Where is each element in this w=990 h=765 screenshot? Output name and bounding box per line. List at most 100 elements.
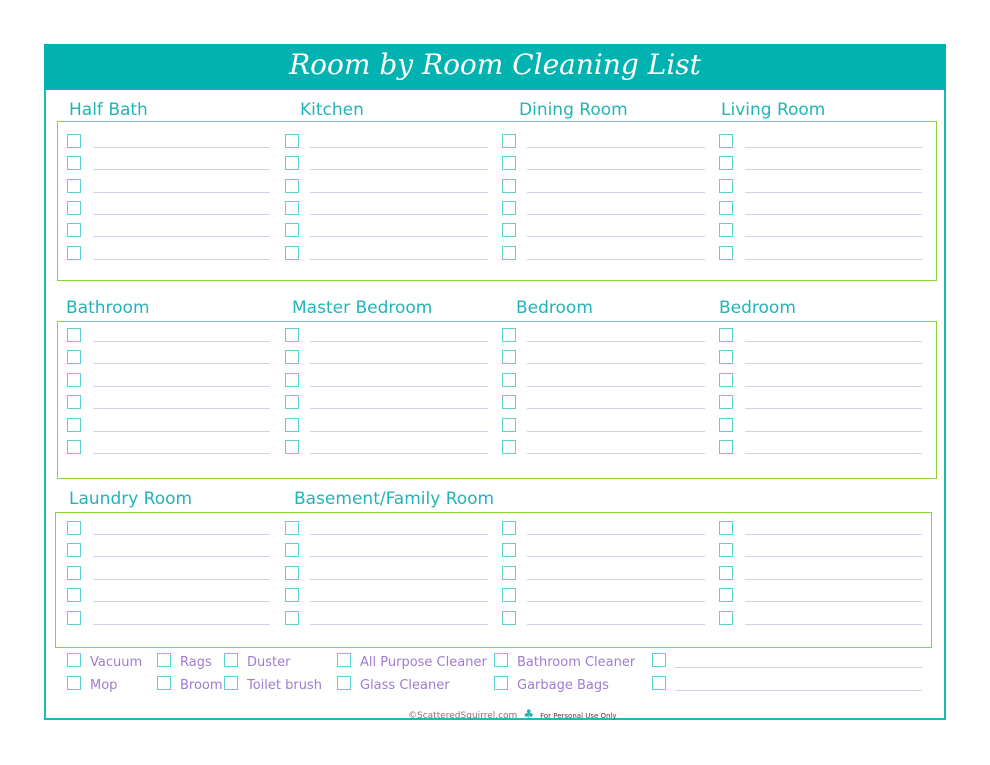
task-line[interactable] [527, 192, 705, 193]
task-line[interactable] [310, 363, 488, 364]
task-line[interactable] [93, 169, 270, 170]
task-checkbox[interactable] [502, 588, 516, 602]
task-checkbox[interactable] [285, 156, 299, 170]
task-line[interactable] [310, 386, 488, 387]
task-line[interactable] [745, 236, 922, 237]
task-line[interactable] [310, 601, 488, 602]
task-line[interactable] [527, 408, 705, 409]
task-checkbox[interactable] [719, 588, 733, 602]
task-checkbox[interactable] [719, 350, 733, 364]
task-checkbox[interactable] [285, 440, 299, 454]
task-line[interactable] [93, 363, 270, 364]
task-checkbox[interactable] [285, 373, 299, 387]
task-checkbox[interactable] [719, 543, 733, 557]
task-checkbox[interactable] [502, 418, 516, 432]
task-checkbox[interactable] [719, 611, 733, 625]
task-line[interactable] [310, 431, 488, 432]
task-line[interactable] [527, 363, 705, 364]
task-line[interactable] [93, 453, 270, 454]
supply-checkbox[interactable] [224, 676, 238, 690]
task-checkbox[interactable] [502, 395, 516, 409]
task-line[interactable] [93, 601, 270, 602]
task-checkbox[interactable] [67, 521, 81, 535]
supply-checkbox[interactable] [652, 653, 666, 667]
task-line[interactable] [310, 534, 488, 535]
task-line[interactable] [527, 169, 705, 170]
task-checkbox[interactable] [67, 328, 81, 342]
task-line[interactable] [745, 169, 922, 170]
supply-checkbox[interactable] [337, 676, 351, 690]
task-line[interactable] [527, 453, 705, 454]
task-checkbox[interactable] [285, 418, 299, 432]
task-line[interactable] [745, 147, 922, 148]
task-checkbox[interactable] [502, 223, 516, 237]
task-checkbox[interactable] [67, 418, 81, 432]
task-line[interactable] [310, 579, 488, 580]
task-line[interactable] [93, 147, 270, 148]
task-checkbox[interactable] [285, 201, 299, 215]
task-checkbox[interactable] [719, 328, 733, 342]
task-line[interactable] [310, 259, 488, 260]
task-line[interactable] [93, 386, 270, 387]
task-line[interactable] [93, 624, 270, 625]
supply-checkbox[interactable] [652, 676, 666, 690]
task-checkbox[interactable] [502, 246, 516, 260]
task-checkbox[interactable] [502, 373, 516, 387]
task-line[interactable] [93, 192, 270, 193]
task-line[interactable] [310, 147, 488, 148]
task-line[interactable] [745, 214, 922, 215]
task-checkbox[interactable] [719, 395, 733, 409]
task-checkbox[interactable] [67, 440, 81, 454]
task-checkbox[interactable] [502, 179, 516, 193]
task-checkbox[interactable] [502, 521, 516, 535]
task-checkbox[interactable] [67, 223, 81, 237]
task-line[interactable] [310, 556, 488, 557]
task-line[interactable] [310, 236, 488, 237]
task-checkbox[interactable] [285, 179, 299, 193]
task-line[interactable] [745, 556, 922, 557]
task-checkbox[interactable] [719, 134, 733, 148]
task-line[interactable] [310, 624, 488, 625]
task-line[interactable] [745, 259, 922, 260]
task-line[interactable] [745, 408, 922, 409]
task-line[interactable] [745, 601, 922, 602]
task-line[interactable] [93, 341, 270, 342]
task-line[interactable] [310, 169, 488, 170]
task-checkbox[interactable] [285, 246, 299, 260]
task-checkbox[interactable] [285, 521, 299, 535]
task-checkbox[interactable] [285, 350, 299, 364]
task-checkbox[interactable] [285, 328, 299, 342]
supply-checkbox[interactable] [157, 653, 171, 667]
task-line[interactable] [527, 341, 705, 342]
task-checkbox[interactable] [719, 418, 733, 432]
task-line[interactable] [745, 192, 922, 193]
task-line[interactable] [93, 236, 270, 237]
task-line[interactable] [745, 341, 922, 342]
task-line[interactable] [310, 192, 488, 193]
task-line[interactable] [527, 214, 705, 215]
task-checkbox[interactable] [502, 156, 516, 170]
task-checkbox[interactable] [67, 543, 81, 557]
task-line[interactable] [310, 408, 488, 409]
task-checkbox[interactable] [719, 201, 733, 215]
task-line[interactable] [527, 147, 705, 148]
supply-checkbox[interactable] [67, 653, 81, 667]
task-checkbox[interactable] [502, 350, 516, 364]
task-line[interactable] [745, 579, 922, 580]
task-checkbox[interactable] [67, 373, 81, 387]
task-checkbox[interactable] [502, 201, 516, 215]
task-checkbox[interactable] [285, 566, 299, 580]
task-line[interactable] [527, 624, 705, 625]
task-line[interactable] [745, 431, 922, 432]
task-line[interactable] [310, 453, 488, 454]
task-checkbox[interactable] [67, 588, 81, 602]
task-line[interactable] [93, 259, 270, 260]
task-checkbox[interactable] [285, 395, 299, 409]
task-checkbox[interactable] [719, 223, 733, 237]
task-checkbox[interactable] [719, 246, 733, 260]
supply-checkbox[interactable] [337, 653, 351, 667]
task-line[interactable] [745, 624, 922, 625]
task-line[interactable] [527, 386, 705, 387]
task-checkbox[interactable] [719, 521, 733, 535]
task-line[interactable] [527, 601, 705, 602]
